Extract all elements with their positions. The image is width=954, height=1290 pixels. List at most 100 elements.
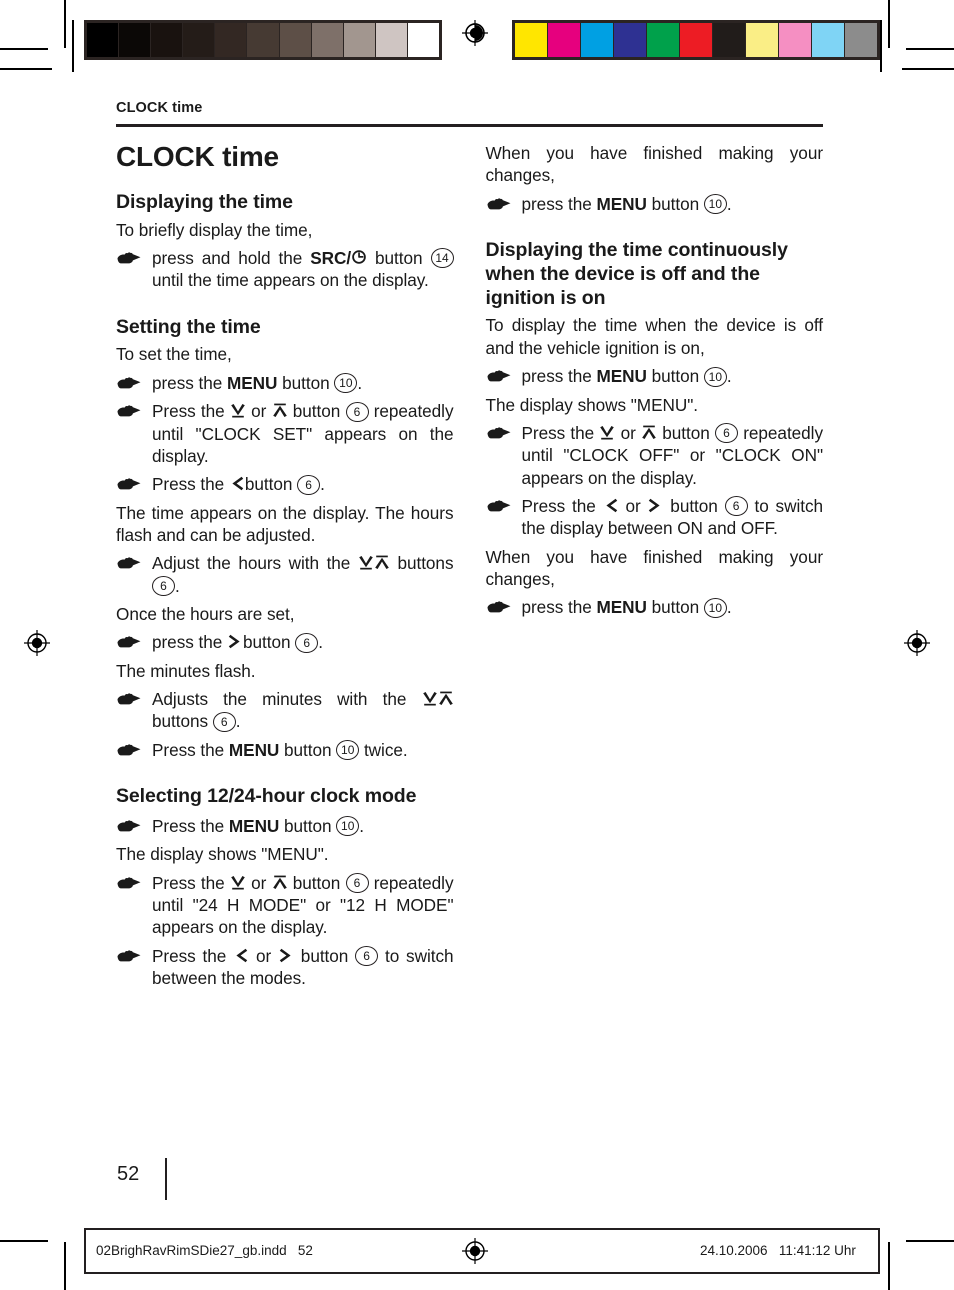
header-rule bbox=[116, 124, 823, 127]
body-paragraph: Once the hours are set, bbox=[116, 604, 295, 625]
instruction-step: Press the or button 6 to switch the disp… bbox=[486, 495, 824, 540]
button-reference-6: 6 bbox=[297, 474, 321, 495]
pointing-hand-icon bbox=[117, 252, 141, 264]
instruction-step-text: Press the or button 6 to switch between … bbox=[152, 945, 454, 989]
instruction-step: Press the or button 6 repeatedly until "… bbox=[486, 422, 824, 489]
arrow-left-icon bbox=[606, 498, 617, 513]
pointing-hand-icon bbox=[487, 370, 510, 382]
left-column: CLOCK time Displaying the time To briefly … bbox=[116, 138, 454, 995]
button-reference-6: 6 bbox=[345, 401, 369, 422]
pointing-hand-icon bbox=[487, 500, 510, 512]
arrow-up-bar-icon bbox=[272, 403, 287, 418]
button-reference-6: 6 bbox=[152, 576, 175, 597]
arrow-up-bar-icon bbox=[438, 691, 453, 706]
slug-divider-left bbox=[84, 1228, 86, 1274]
slug-rule-top bbox=[84, 1228, 880, 1230]
button-name-label: MENU bbox=[596, 193, 647, 214]
section-heading: Displaying the time continuously when th… bbox=[485, 239, 788, 309]
button-name-label: MENU bbox=[596, 366, 647, 387]
body-paragraph: When you have finished making your chang… bbox=[485, 143, 824, 186]
section-heading: Displaying the time bbox=[116, 190, 293, 213]
pointing-hand-icon bbox=[117, 950, 141, 962]
instruction-step-text: Press the button 6. bbox=[152, 474, 325, 495]
pointing-hand-icon bbox=[117, 377, 141, 389]
button-reference-10: 10 bbox=[336, 740, 360, 761]
instruction-step: Press the button 6. bbox=[116, 473, 454, 495]
slug-rule-bottom bbox=[84, 1272, 880, 1274]
button-reference-6: 6 bbox=[724, 496, 748, 517]
pointing-hand-icon bbox=[487, 601, 510, 613]
arrow-down-bar-icon bbox=[359, 556, 373, 570]
body-columns: CLOCK time Displaying the time To briefly … bbox=[116, 138, 823, 995]
instruction-step: press the button 6. bbox=[116, 631, 454, 653]
instruction-step: Press the or button 6 repeatedly until "… bbox=[116, 872, 454, 939]
instruction-step: Press the MENU button 10 twice. bbox=[116, 739, 454, 761]
button-reference-10: 10 bbox=[334, 373, 358, 394]
pointing-hand-icon bbox=[117, 693, 141, 705]
arrow-up-bar-icon bbox=[375, 555, 389, 570]
instruction-step: Press the or button 6 to switch between … bbox=[116, 945, 454, 990]
instruction-step: press and hold the SRC/ button 14 until … bbox=[116, 247, 454, 292]
right-column: When you have finished making your chang… bbox=[485, 138, 824, 995]
pointing-hand-icon bbox=[487, 198, 510, 210]
instruction-step-text: Adjusts the minutes with the buttons 6. bbox=[152, 689, 454, 732]
arrow-down-bar-icon bbox=[600, 425, 615, 440]
instruction-step-text: press and hold the SRC/ button 14 until … bbox=[152, 248, 454, 290]
body-paragraph: The time appears on the display. The hou… bbox=[116, 502, 454, 545]
arrow-right-icon bbox=[649, 498, 661, 513]
slug-timestamp: 24.10.2006 11:41:12 Uhr bbox=[700, 1243, 856, 1258]
body-paragraph: The display shows "MENU". bbox=[485, 394, 699, 415]
arrow-down-bar-icon bbox=[231, 875, 245, 890]
instruction-step-text: Press the or button 6 to switch the disp… bbox=[521, 495, 824, 539]
pointing-hand-icon bbox=[117, 557, 141, 569]
instruction-step: press the MENU button 10. bbox=[486, 596, 824, 618]
section-heading: Setting the time bbox=[116, 315, 261, 338]
arrow-right-icon bbox=[279, 948, 291, 962]
instruction-step-text: Adjust the hours with the buttons 6. bbox=[152, 553, 454, 597]
arrow-left-icon bbox=[232, 477, 244, 491]
instruction-step-text: Press the MENU button 10 twice. bbox=[152, 739, 408, 761]
instruction-step: press the MENU button 10. bbox=[116, 372, 454, 394]
button-reference-6: 6 bbox=[355, 946, 379, 967]
instruction-step-text: press the MENU button 10. bbox=[521, 366, 732, 387]
arrow-up-bar-icon bbox=[642, 425, 656, 439]
instruction-step-text: Press the or button 6 repeatedly until "… bbox=[152, 401, 454, 466]
button-reference-6: 6 bbox=[345, 873, 369, 894]
button-reference-10: 10 bbox=[703, 597, 727, 618]
clock-power-icon bbox=[352, 250, 366, 264]
pointing-hand-icon bbox=[117, 405, 141, 417]
body-paragraph: To briefly display the time, bbox=[116, 219, 313, 240]
instruction-step-text: Press the MENU button 10. bbox=[152, 815, 364, 837]
section-heading: Selecting 12/24-hour clock mode bbox=[116, 785, 417, 808]
body-paragraph: To set the time, bbox=[116, 344, 232, 365]
instruction-step: Adjusts the minutes with the buttons 6. bbox=[116, 688, 454, 733]
arrow-down-bar-icon bbox=[422, 692, 437, 706]
arrow-right-icon bbox=[228, 635, 240, 649]
arrow-up-bar-icon bbox=[272, 875, 287, 889]
button-reference-14: 14 bbox=[430, 248, 454, 269]
pointing-hand-icon bbox=[117, 478, 141, 490]
button-reference-6: 6 bbox=[715, 423, 738, 444]
body-paragraph: When you have finished making your chang… bbox=[485, 546, 824, 590]
button-reference-6: 6 bbox=[295, 632, 319, 653]
body-paragraph: To display the time when the device is o… bbox=[485, 315, 824, 358]
instruction-step: Press the MENU button 10. bbox=[116, 815, 454, 837]
instruction-step-text: press the button 6. bbox=[152, 632, 323, 653]
page-number: 52 bbox=[117, 1163, 140, 1185]
page-title: CLOCK time bbox=[116, 141, 279, 172]
button-reference-10: 10 bbox=[703, 194, 727, 215]
body-paragraph: The display shows "MENU". bbox=[116, 844, 329, 865]
button-reference-6: 6 bbox=[212, 711, 236, 732]
pointing-hand-icon bbox=[117, 636, 141, 648]
button-name-label: MENU bbox=[228, 815, 280, 836]
pointing-hand-icon bbox=[117, 877, 141, 889]
body-paragraph: The minutes flash. bbox=[116, 660, 256, 681]
instruction-step-text: press the MENU button 10. bbox=[521, 193, 732, 215]
pointing-hand-icon bbox=[117, 744, 141, 756]
instruction-step: Adjust the hours with the buttons 6. bbox=[116, 552, 454, 597]
slug-file-name: 02BrighRavRimSDie27_gb.indd 52 bbox=[96, 1243, 313, 1258]
slug-divider-right bbox=[878, 1228, 880, 1274]
arrow-down-bar-icon bbox=[231, 404, 245, 418]
pointing-hand-icon bbox=[487, 427, 510, 439]
instruction-step-text: Press the or button 6 repeatedly until "… bbox=[521, 422, 824, 488]
